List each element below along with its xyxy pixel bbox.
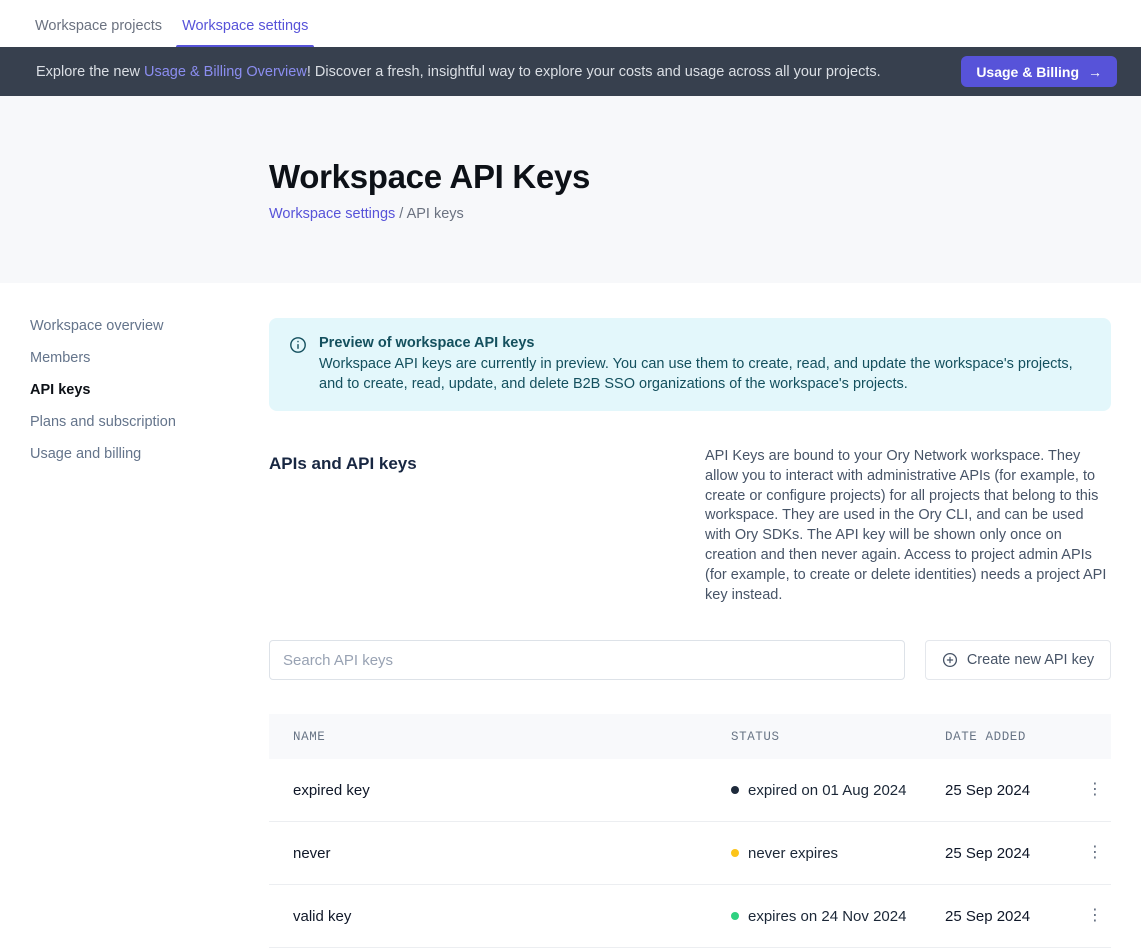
usage-billing-overview-link[interactable]: Usage & Billing Overview <box>144 64 307 80</box>
usage-billing-promo-banner: Explore the new Usage & Billing Overview… <box>0 47 1141 96</box>
sidebar-item-api-keys[interactable]: API keys <box>30 380 269 400</box>
breadcrumb-current: API keys <box>407 206 464 222</box>
api-keys-table: NAME STATUS DATE ADDED expired key expir… <box>269 714 1111 948</box>
kebab-menu-icon[interactable]: ⋮ <box>1079 904 1111 928</box>
top-navigation: Workspace projects Workspace settings <box>0 0 1141 47</box>
page-header: Workspace API Keys Workspace settings / … <box>0 96 1141 283</box>
breadcrumb-separator: / <box>399 206 403 222</box>
usage-billing-button-label: Usage & Billing <box>976 64 1079 80</box>
table-row: expired key expired on 01 Aug 2024 25 Se… <box>269 759 1111 822</box>
plus-circle-icon <box>942 652 958 668</box>
preview-note-banner: Preview of workspace API keys Workspace … <box>269 318 1111 411</box>
status-dot <box>731 912 739 920</box>
tab-workspace-projects[interactable]: Workspace projects <box>29 18 168 47</box>
usage-billing-button[interactable]: Usage & Billing → <box>961 56 1117 87</box>
column-header-date-added: DATE ADDED <box>945 730 1079 744</box>
create-api-key-button-label: Create new API key <box>967 652 1094 668</box>
content-area: Preview of workspace API keys Workspace … <box>269 283 1111 948</box>
api-keys-section-header: APIs and API keys API Keys are bound to … <box>269 447 1111 605</box>
sidebar-item-usage-billing[interactable]: Usage and billing <box>30 444 269 464</box>
status-dot <box>731 786 739 794</box>
table-row: valid key expires on 24 Nov 2024 25 Sep … <box>269 885 1111 948</box>
kebab-menu-icon[interactable]: ⋮ <box>1079 841 1111 865</box>
page-title: Workspace API Keys <box>269 158 1141 196</box>
status-text: expired on 01 Aug 2024 <box>748 782 906 799</box>
sidebar-item-members[interactable]: Members <box>30 348 269 368</box>
preview-note-content: Preview of workspace API keys Workspace … <box>319 335 1091 394</box>
promo-text-before: Explore the new <box>36 64 144 80</box>
info-circle-icon <box>289 336 307 394</box>
main-layout: Workspace overview Members API keys Plan… <box>0 283 1141 948</box>
promo-text-after: ! Discover a fresh, insightful way to ex… <box>307 64 881 80</box>
api-key-name: never <box>269 845 731 862</box>
date-added-cell: 25 Sep 2024 <box>945 845 1079 862</box>
arrow-right-icon: → <box>1088 64 1102 80</box>
tab-workspace-settings[interactable]: Workspace settings <box>176 18 314 47</box>
status-cell: never expires <box>731 845 945 862</box>
api-key-name: expired key <box>269 782 731 799</box>
table-header-row: NAME STATUS DATE ADDED <box>269 714 1111 759</box>
breadcrumb: Workspace settings / API keys <box>269 206 1141 222</box>
sidebar-item-plans-subscription[interactable]: Plans and subscription <box>30 412 269 432</box>
column-header-status: STATUS <box>731 730 945 744</box>
section-heading: APIs and API keys <box>269 447 417 605</box>
table-row: never never expires 25 Sep 2024 ⋮ <box>269 822 1111 885</box>
status-text: never expires <box>748 845 838 862</box>
api-key-name: valid key <box>269 908 731 925</box>
search-input[interactable] <box>269 640 905 680</box>
sidebar-item-workspace-overview[interactable]: Workspace overview <box>30 316 269 336</box>
column-header-name: NAME <box>269 730 731 744</box>
status-cell: expired on 01 Aug 2024 <box>731 782 945 799</box>
promo-banner-text: Explore the new Usage & Billing Overview… <box>36 64 961 80</box>
status-text: expires on 24 Nov 2024 <box>748 908 906 925</box>
table-controls: Create new API key <box>269 640 1111 680</box>
status-dot <box>731 849 739 857</box>
preview-note-body: Workspace API keys are currently in prev… <box>319 355 1091 394</box>
date-added-cell: 25 Sep 2024 <box>945 782 1079 799</box>
create-api-key-button[interactable]: Create new API key <box>925 640 1111 680</box>
section-description: API Keys are bound to your Ory Network w… <box>705 447 1111 605</box>
settings-sidebar: Workspace overview Members API keys Plan… <box>0 283 269 948</box>
breadcrumb-workspace-settings-link[interactable]: Workspace settings <box>269 206 395 222</box>
status-cell: expires on 24 Nov 2024 <box>731 908 945 925</box>
kebab-menu-icon[interactable]: ⋮ <box>1079 778 1111 802</box>
preview-note-title: Preview of workspace API keys <box>319 335 1091 351</box>
date-added-cell: 25 Sep 2024 <box>945 908 1079 925</box>
